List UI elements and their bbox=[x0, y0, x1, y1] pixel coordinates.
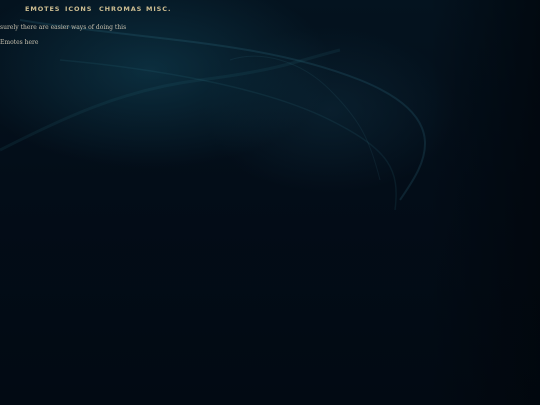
right-vignette bbox=[430, 0, 540, 405]
note-text: surely there are easier ways of doing th… bbox=[0, 24, 127, 31]
tab-emotes[interactable]: EMOTES bbox=[25, 5, 60, 13]
tab-misc[interactable]: MISC. bbox=[146, 5, 171, 13]
tab-chromas[interactable]: CHROMAS bbox=[99, 5, 142, 13]
background bbox=[0, 0, 540, 405]
emotes-placeholder-text: Emotes here bbox=[0, 39, 39, 46]
tab-icons[interactable]: ICONS bbox=[65, 5, 92, 13]
